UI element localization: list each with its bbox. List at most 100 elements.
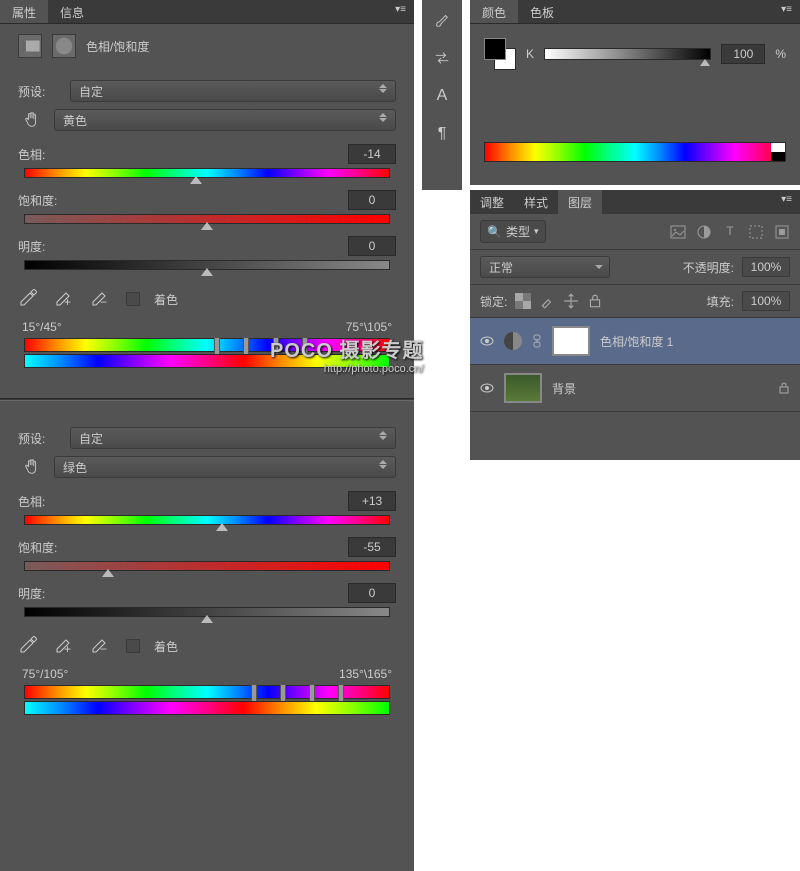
- swap-icon[interactable]: [430, 46, 454, 70]
- layer-filter-dropdown[interactable]: 🔍 类型 ▾: [480, 220, 546, 243]
- brightness-value[interactable]: 0: [348, 236, 396, 256]
- layer-mask-thumb[interactable]: [552, 326, 590, 356]
- k-percent: %: [775, 47, 786, 61]
- filter-text-icon[interactable]: T: [722, 224, 738, 240]
- lock-position-icon[interactable]: [563, 293, 579, 309]
- foreground-background-swatch[interactable]: [484, 38, 516, 70]
- filter-shape-icon[interactable]: [748, 224, 764, 240]
- spectrum-top-2[interactable]: [24, 685, 390, 699]
- layer-thumb[interactable]: [504, 373, 542, 403]
- range-left-label-2: 75°/105°: [22, 667, 68, 681]
- filter-image-icon[interactable]: [670, 224, 686, 240]
- filter-smartobj-icon[interactable]: [774, 224, 790, 240]
- hue-value[interactable]: -14: [348, 144, 396, 164]
- colorize-checkbox-2[interactable]: [126, 639, 140, 653]
- brightness-value-2[interactable]: 0: [348, 583, 396, 603]
- brightness-label: 明度:: [18, 238, 45, 255]
- color-channel-dropdown[interactable]: 黄色: [54, 109, 396, 131]
- eyedropper-icon[interactable]: [18, 288, 40, 310]
- layer-item-background[interactable]: 背景: [470, 365, 800, 412]
- lock-label: 锁定:: [480, 293, 507, 310]
- lock-paint-icon[interactable]: [539, 293, 555, 309]
- tab-adjustments[interactable]: 调整: [470, 190, 514, 214]
- adjustment-title: 色相/饱和度: [86, 38, 149, 55]
- layers-panel-menu-icon[interactable]: ▾≡: [773, 190, 800, 214]
- color-panel-menu-icon[interactable]: ▾≡: [773, 0, 800, 23]
- svg-text:+: +: [64, 295, 71, 308]
- layer-name[interactable]: 背景: [552, 380, 576, 397]
- saturation-value[interactable]: 0: [348, 190, 396, 210]
- brightness-slider-2[interactable]: [24, 607, 390, 617]
- adjustment-type-icon: [18, 34, 42, 58]
- panel-divider: [0, 398, 414, 401]
- text-tool-icon[interactable]: A: [430, 84, 454, 108]
- preset-label: 预设:: [18, 83, 62, 100]
- k-label: K: [526, 47, 534, 61]
- tab-layers[interactable]: 图层: [558, 190, 602, 214]
- brightness-slider[interactable]: [24, 260, 390, 270]
- layer-name[interactable]: 色相/饱和度 1: [600, 333, 673, 350]
- eyedropper-add-icon[interactable]: +: [54, 288, 76, 310]
- preset-label-2: 预设:: [18, 430, 62, 447]
- colorize-checkbox[interactable]: [126, 292, 140, 306]
- visibility-icon[interactable]: [480, 381, 494, 395]
- spectrum-bottom-2: [24, 701, 390, 715]
- tab-styles[interactable]: 样式: [514, 190, 558, 214]
- lock-transparency-icon[interactable]: [515, 293, 531, 309]
- eyedropper-subtract-icon[interactable]: −: [90, 288, 112, 310]
- eyedropper-subtract-icon-2[interactable]: −: [90, 635, 112, 657]
- hue-value-2[interactable]: +13: [348, 491, 396, 511]
- colorize-label: 着色: [154, 291, 178, 308]
- brush-tool-icon[interactable]: [430, 8, 454, 32]
- link-icon: [532, 334, 542, 348]
- hue-slider[interactable]: [24, 168, 390, 178]
- saturation-slider-2[interactable]: [24, 561, 390, 571]
- lock-icon: [778, 381, 790, 395]
- color-channel-dropdown-2[interactable]: 绿色: [54, 456, 396, 478]
- range-right-label: 75°\105°: [346, 320, 392, 334]
- tab-info[interactable]: 信息: [48, 0, 96, 23]
- adjustment-layer-icon: [504, 332, 522, 350]
- hue-label: 色相:: [18, 146, 45, 163]
- tab-properties[interactable]: 属性: [0, 0, 48, 23]
- filter-adjustment-icon[interactable]: [696, 224, 712, 240]
- search-icon: 🔍: [487, 225, 502, 239]
- eyedropper-add-icon-2[interactable]: +: [54, 635, 76, 657]
- k-slider[interactable]: [544, 48, 711, 60]
- opacity-label: 不透明度:: [683, 259, 734, 276]
- colorize-label-2: 着色: [154, 638, 178, 655]
- preset-dropdown[interactable]: 自定: [70, 80, 396, 102]
- mask-icon[interactable]: [52, 34, 76, 58]
- brightness-label-2: 明度:: [18, 585, 45, 602]
- layer-item-huesat[interactable]: 色相/饱和度 1: [470, 318, 800, 365]
- svg-text:−: −: [100, 642, 107, 655]
- tab-color[interactable]: 颜色: [470, 0, 518, 23]
- saturation-value-2[interactable]: -55: [348, 537, 396, 557]
- hand-icon[interactable]: [18, 108, 46, 132]
- preset-dropdown-2[interactable]: 自定: [70, 427, 396, 449]
- watermark: POCO 摄影专题 http://photo.poco.cn/: [270, 334, 423, 375]
- hue-slider-2[interactable]: [24, 515, 390, 525]
- lock-all-icon[interactable]: [587, 293, 603, 309]
- visibility-icon[interactable]: [480, 334, 494, 348]
- k-value[interactable]: 100: [721, 44, 765, 64]
- panel-menu-icon[interactable]: ▾≡: [387, 0, 414, 23]
- svg-text:−: −: [100, 295, 107, 308]
- fill-label: 填充:: [707, 293, 734, 310]
- svg-text:+: +: [64, 642, 71, 655]
- saturation-label-2: 饱和度:: [18, 539, 57, 556]
- saturation-label: 饱和度:: [18, 192, 57, 209]
- tab-swatches[interactable]: 色板: [518, 0, 566, 23]
- range-right-label-2: 135°\165°: [339, 667, 392, 681]
- range-left-label: 15°/45°: [22, 320, 62, 334]
- eyedropper-icon-2[interactable]: [18, 635, 40, 657]
- blank-area: [440, 460, 800, 871]
- hue-label-2: 色相:: [18, 493, 45, 510]
- hand-icon-2[interactable]: [18, 455, 46, 479]
- saturation-slider[interactable]: [24, 214, 390, 224]
- fill-value[interactable]: 100%: [742, 291, 790, 311]
- blend-mode-dropdown[interactable]: 正常: [480, 256, 610, 278]
- spectrum-picker[interactable]: [484, 142, 786, 162]
- opacity-value[interactable]: 100%: [742, 257, 790, 277]
- paragraph-icon[interactable]: ¶: [430, 122, 454, 146]
